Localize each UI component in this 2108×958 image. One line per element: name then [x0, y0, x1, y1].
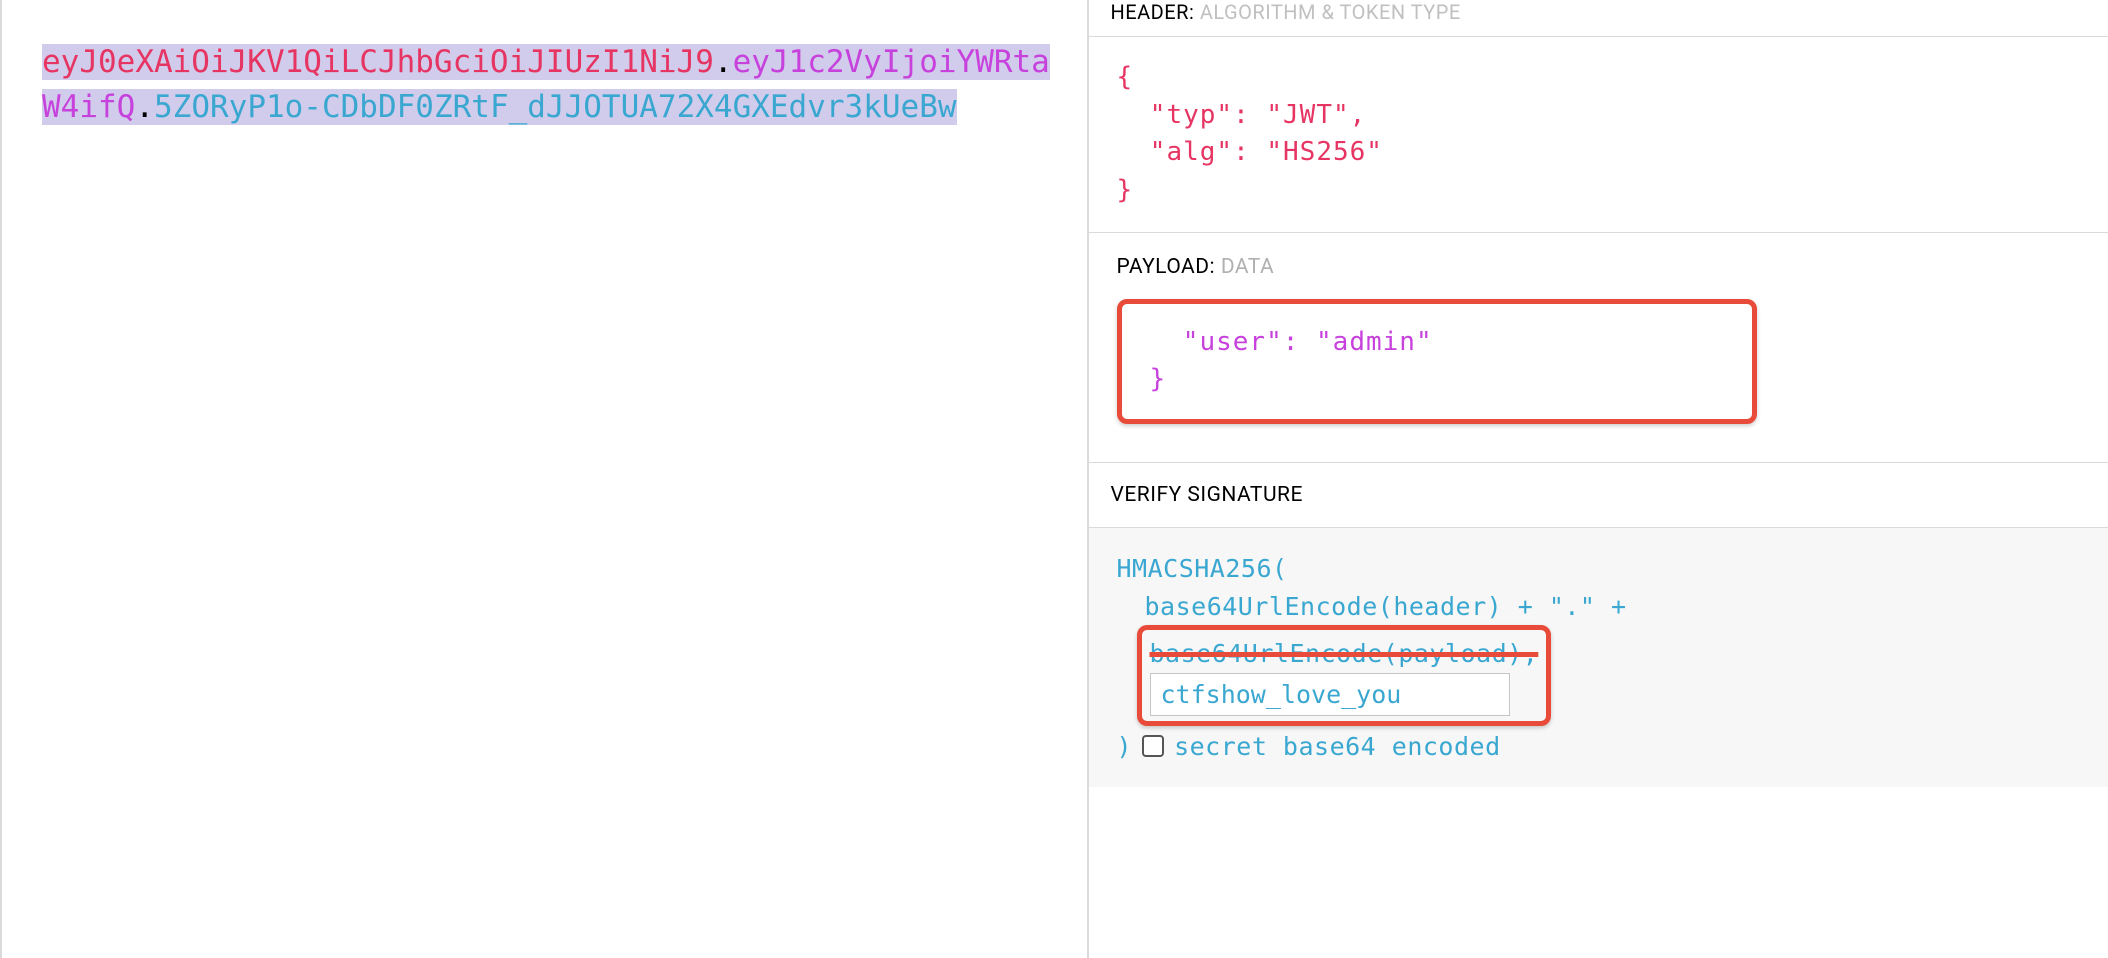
payload-title-sublabel: DATA — [1221, 255, 1274, 279]
header-typ-line: "typ": "JWT", — [1117, 97, 2081, 135]
payload-title-label: PAYLOAD: — [1117, 255, 1216, 279]
jwt-dot-1: . — [714, 44, 733, 80]
secret-base64-checkbox[interactable] — [1142, 735, 1164, 757]
verify-b64-header-line: base64UrlEncode(header) + "." + — [1117, 588, 2081, 626]
payload-brace-close: } — [1150, 361, 1724, 399]
header-alg-line: "alg": "HS256" — [1117, 134, 2081, 172]
verify-hmac-line: HMACSHA256( — [1117, 550, 2081, 588]
secret-input[interactable] — [1150, 673, 1510, 716]
payload-section-title: PAYLOAD: DATA — [1117, 255, 2081, 279]
header-brace-open: { — [1117, 59, 2081, 97]
jwt-encoded-token[interactable]: eyJ0eXAiOiJKV1QiLCJhbGciOiJIUzI1NiJ9.eyJ… — [42, 44, 1050, 125]
header-brace-close: } — [1117, 172, 2081, 210]
verify-signature-body: HMACSHA256( base64UrlEncode(header) + ".… — [1089, 527, 2108, 787]
payload-user-line: "user": "admin" — [1150, 324, 1724, 362]
verify-b64-payload-line: base64UrlEncode(payload), — [1150, 635, 1539, 673]
header-section-sublabel: ALGORITHM & TOKEN TYPE — [1200, 0, 1461, 24]
jwt-signature-segment: 5ZORyP1o-CDbDF0ZRtF_dJJOTUA72X4GXEdvr3kU… — [154, 89, 957, 125]
jwt-header-segment: eyJ0eXAiOiJKV1QiLCJhbGciOiJIUzI1NiJ9 — [42, 44, 714, 80]
payload-json-code: "user": "admin" } — [1150, 324, 1724, 399]
verify-close-paren: ) — [1117, 728, 1133, 766]
header-decoded-body[interactable]: { "typ": "JWT", "alg": "HS256" } — [1089, 36, 2108, 233]
header-json-code: { "typ": "JWT", "alg": "HS256" } — [1117, 59, 2081, 210]
verify-signature-title: VERIFY SIGNATURE — [1089, 463, 2108, 527]
header-section-title: HEADER: ALGORITHM & TOKEN TYPE — [1089, 0, 2108, 36]
verify-signature-section: VERIFY SIGNATURE HMACSHA256( base64UrlEn… — [1089, 462, 2108, 787]
secret-highlight-wrapper: base64UrlEncode(payload), — [1117, 625, 2081, 726]
secret-base64-label: secret base64 encoded — [1174, 728, 1501, 766]
verify-payload-striked: base64UrlEncode(payload), — [1150, 639, 1539, 668]
jwt-dot-2: . — [135, 89, 154, 125]
secret-checkbox-row: ) secret base64 encoded — [1117, 728, 2081, 766]
verify-signature-code: HMACSHA256( base64UrlEncode(header) + ".… — [1117, 550, 2081, 765]
decoded-panel: HEADER: ALGORITHM & TOKEN TYPE { "typ": … — [1087, 0, 2108, 958]
payload-highlight-box[interactable]: "user": "admin" } — [1117, 299, 1757, 424]
header-section-label: HEADER: — [1111, 0, 1195, 24]
payload-section: PAYLOAD: DATA "user": "admin" } — [1089, 233, 2108, 462]
secret-highlight-box: base64UrlEncode(payload), — [1137, 625, 1552, 726]
encoded-token-panel: eyJ0eXAiOiJKV1QiLCJhbGciOiJIUzI1NiJ9.eyJ… — [0, 0, 1087, 958]
